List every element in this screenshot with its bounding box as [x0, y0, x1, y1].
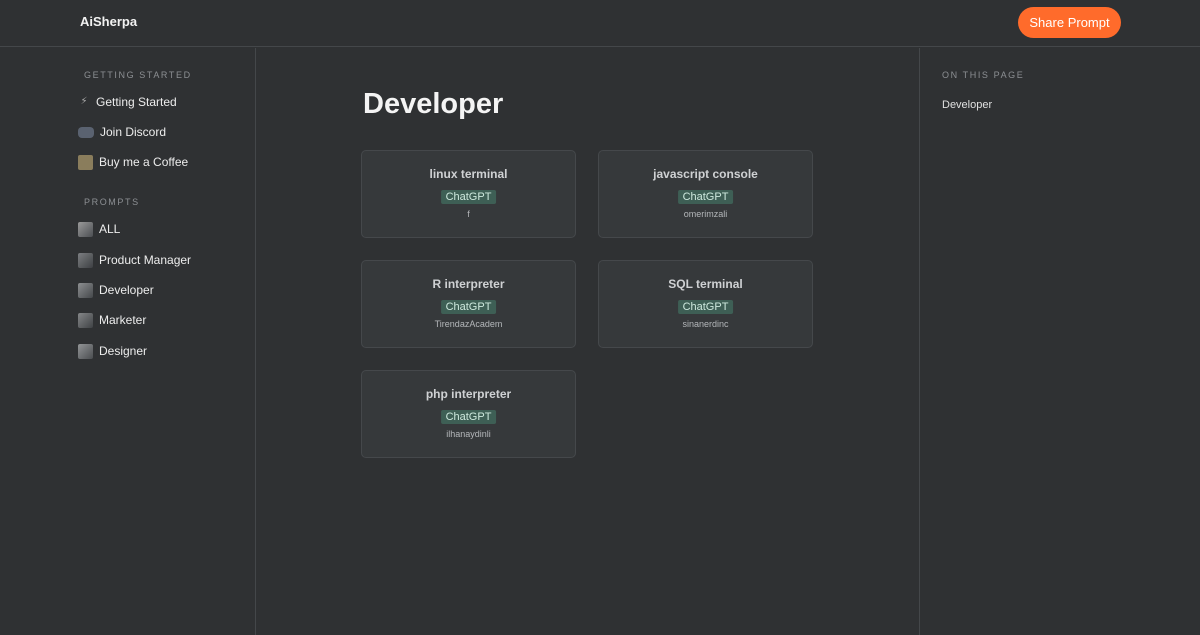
card-title: php interpreter	[425, 387, 512, 401]
sidebar-item-getting-started[interactable]: ⚡︎ Getting Started	[78, 92, 177, 112]
sidebar-item-all[interactable]: ALL	[78, 219, 120, 239]
toc-title: ON THIS PAGE	[942, 70, 1025, 80]
avatar-icon	[78, 252, 93, 268]
sidebar-item-label: Product Manager	[99, 253, 192, 267]
prompt-card[interactable]: javascript console ChatGPT omerimzali	[598, 150, 813, 238]
brand-logo[interactable]: AiSherpa	[80, 14, 137, 29]
section-title-getting-started: GETTING STARTED	[84, 70, 192, 80]
sidebar-item-label: Marketer	[99, 313, 147, 327]
card-author: sinanerdinc	[682, 319, 729, 329]
sidebar-item-label: ALL	[99, 222, 121, 236]
sidebar-item-join-discord[interactable]: Join Discord	[78, 122, 166, 142]
card-author: f	[467, 209, 470, 219]
card-title: javascript console	[653, 167, 758, 181]
top-header: AiSherpa Share Prompt	[0, 0, 1200, 47]
sidebar-item-designer[interactable]: Designer	[78, 341, 147, 361]
lightning-icon: ⚡︎	[80, 96, 88, 107]
left-sidebar: GETTING STARTED ⚡︎ Getting Started Join …	[0, 48, 256, 635]
sidebar-item-label: Join Discord	[100, 125, 167, 139]
model-badge: ChatGPT	[440, 300, 497, 314]
prompt-card[interactable]: R interpreter ChatGPT TirendazAcadem	[361, 260, 576, 348]
avatar-icon	[78, 312, 93, 328]
card-title: linux terminal	[429, 167, 508, 181]
prompt-card[interactable]: php interpreter ChatGPT ilhanaydinli	[361, 370, 576, 458]
sidebar-item-marketer[interactable]: Marketer	[78, 310, 146, 330]
sidebar-item-label: Designer	[99, 344, 148, 358]
avatar-icon	[78, 282, 93, 298]
toc-link-developer[interactable]: Developer	[942, 99, 992, 111]
sidebar-item-product-manager[interactable]: Product Manager	[78, 250, 191, 270]
card-author: omerimzali	[683, 209, 728, 219]
model-badge: ChatGPT	[440, 410, 497, 424]
card-author: ilhanaydinli	[446, 429, 491, 439]
model-badge: ChatGPT	[677, 190, 734, 204]
discord-icon	[78, 126, 94, 138]
coffee-icon	[78, 154, 93, 170]
sidebar-item-label: Buy me a Coffee	[99, 155, 189, 169]
prompt-card[interactable]: linux terminal ChatGPT f	[361, 150, 576, 238]
card-title: R interpreter	[432, 277, 505, 291]
avatar-icon	[78, 343, 93, 359]
sidebar-item-label: Getting Started	[96, 95, 177, 109]
model-badge: ChatGPT	[677, 300, 734, 314]
share-prompt-button[interactable]: Share Prompt	[1018, 7, 1121, 38]
on-this-page-panel: ON THIS PAGE Developer	[919, 48, 1200, 635]
sidebar-item-label: Developer	[99, 283, 154, 297]
section-title-prompts: PROMPTS	[84, 197, 140, 207]
card-author: TirendazAcadem	[434, 319, 503, 329]
sidebar-item-developer[interactable]: Developer	[78, 280, 154, 300]
page-title: Developer	[363, 88, 504, 120]
sidebar-item-buy-coffee[interactable]: Buy me a Coffee	[78, 152, 188, 172]
model-badge: ChatGPT	[440, 190, 497, 204]
card-title: SQL terminal	[668, 277, 743, 291]
avatar-icon	[78, 221, 93, 237]
prompt-card[interactable]: SQL terminal ChatGPT sinanerdinc	[598, 260, 813, 348]
